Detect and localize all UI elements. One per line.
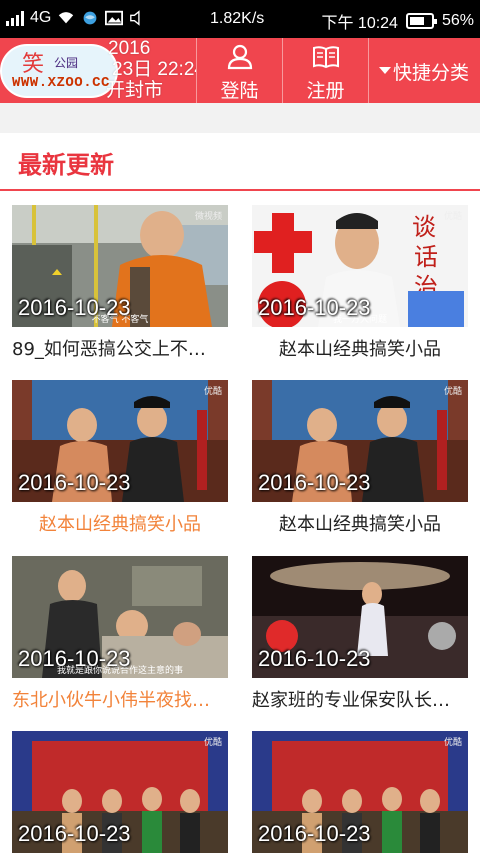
login-button[interactable]: 登陆	[196, 38, 282, 103]
watermark: 优酷	[443, 212, 462, 222]
svg-text:谈: 谈	[412, 213, 436, 241]
book-icon	[312, 46, 339, 69]
watermark: 微视频	[194, 212, 222, 222]
header-city: 开封市	[106, 80, 164, 101]
video-thumbnail[interactable]: 优酷 2016-10-23	[252, 731, 468, 853]
video-date: 2016-10-23	[18, 295, 131, 320]
watermark: 优酷	[443, 738, 462, 748]
image-icon	[105, 10, 124, 26]
battery-level: 56%	[441, 12, 474, 29]
battery-icon	[405, 13, 437, 29]
app-header: 笑 公园 WWW.XZOO.CC 2016 23日 22:24 开封市 登陆 注…	[0, 38, 480, 103]
clock: 下午 10:24	[321, 15, 398, 32]
video-date: 2016-10-23	[258, 295, 371, 320]
video-date: 2016-10-23	[258, 821, 371, 846]
video-title[interactable]: 东北小伙牛小伟半夜找…	[12, 686, 228, 712]
svg-text:话: 话	[414, 243, 438, 271]
video-title[interactable]: 赵本山经典搞笑小品	[252, 510, 468, 536]
video-title[interactable]: 赵本山经典搞笑小品	[12, 510, 228, 536]
globe-icon	[83, 11, 97, 25]
video-date: 2016-10-23	[258, 646, 371, 671]
logo-text: 公园	[54, 56, 79, 70]
watermark: 优酷	[203, 738, 222, 748]
section-title: 最新更新	[18, 151, 114, 179]
header-year: 2016	[108, 38, 151, 59]
video-title[interactable]: 赵家班的专业保安队长…	[252, 686, 468, 712]
video-title[interactable]: 89_如何恶搞公交上不…	[12, 335, 228, 361]
watermark: 优酷	[443, 387, 462, 397]
header-datetime: 23日 22:24	[112, 59, 196, 80]
logo-url: WWW.XZOO.CC	[12, 75, 110, 91]
status-right: 下午 10:24 56%	[321, 9, 474, 33]
network-speed: 1.82K/s	[210, 10, 265, 27]
video-thumbnail[interactable]: 优酷 2016-10-23	[252, 380, 468, 502]
video-thumbnail[interactable]: 微视频 不客气 不客气 2016-10-23	[12, 205, 228, 327]
logo-char: 笑	[22, 52, 45, 77]
wifi-icon	[59, 12, 74, 24]
video-thumbnail[interactable]: 优酷 2016-10-23	[12, 731, 228, 853]
video-thumbnail[interactable]: 优酷 2016-10-23	[12, 380, 228, 502]
sound-icon	[130, 10, 140, 26]
watermark: 优酷	[203, 387, 222, 397]
video-thumbnail[interactable]: 我就是跟你说说合作这主意的事 2016-10-23	[12, 556, 228, 678]
register-button[interactable]: 注册	[282, 38, 368, 103]
network-type: 4G	[30, 9, 52, 26]
header-spacer	[0, 103, 480, 133]
login-label: 登陆	[220, 80, 259, 102]
caret-down-icon	[379, 67, 391, 74]
video-grid: 微视频 不客气 不客气 2016-10-23 89_如何恶搞公交上不… 谈 话 …	[0, 193, 480, 854]
video-title[interactable]: 赵本山经典搞笑小品	[252, 335, 468, 361]
video-date: 2016-10-23	[18, 821, 131, 846]
category-label: 快捷分类	[393, 62, 470, 84]
site-logo: 笑 公园 WWW.XZOO.CC	[0, 44, 120, 99]
status-bar: 4G 1.82K/s 下午 10:24 56%	[0, 0, 480, 38]
user-icon	[227, 44, 252, 70]
video-thumbnail[interactable]: 2016-10-23	[252, 556, 468, 678]
section-header: 最新更新	[0, 133, 480, 191]
register-label: 注册	[306, 80, 345, 102]
logo-area[interactable]: 笑 公园 WWW.XZOO.CC 2016 23日 22:24 开封市	[0, 38, 196, 103]
video-thumbnail[interactable]: 谈 话 治 优酷 我一方大问题 2016-10-23	[252, 205, 468, 327]
status-left: 4G	[6, 9, 147, 27]
video-date: 2016-10-23	[18, 646, 131, 671]
video-date: 2016-10-23	[258, 470, 371, 495]
category-dropdown[interactable]: 快捷分类	[368, 38, 480, 103]
video-date: 2016-10-23	[18, 470, 131, 495]
cell-signal-icon	[6, 10, 24, 26]
